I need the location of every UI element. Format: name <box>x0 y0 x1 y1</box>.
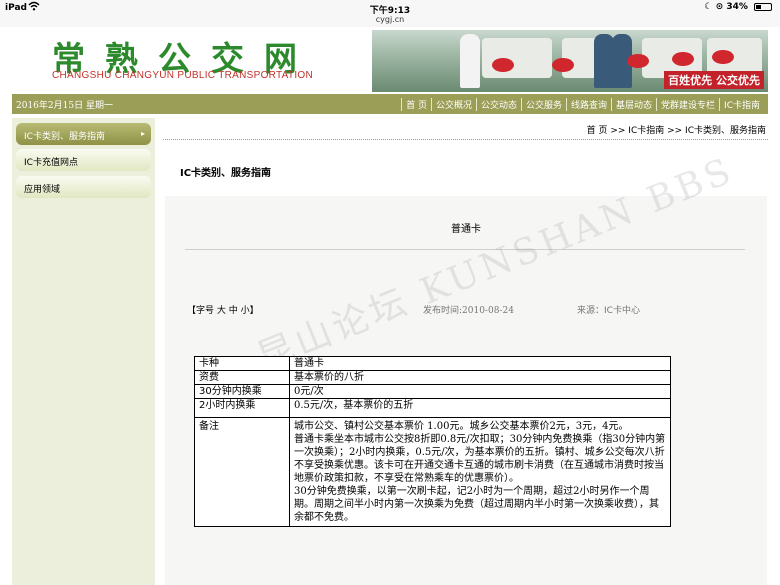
article-source: 来源：IC卡中心 <box>577 306 640 316</box>
table-cell-value: 0元/次 <box>289 384 671 399</box>
sidebar-item-recharge-points[interactable]: IC卡充值网点 <box>16 149 151 171</box>
card-info-table: 卡种 普通卡 资费 基本票价的八折 30分钟内换乘 0元/次 2小时内换乘 0.… <box>194 356 671 527</box>
chevron-right-icon: ▸ <box>140 129 145 138</box>
remark-line: 普通卡乘坐本市城市公交按8折即0.8元/次扣取；30分钟内免费换乘（指30分钟内… <box>294 434 666 484</box>
site-banner: 常熟公交网 CHANGSHU CHANGYUN PUBLIC TRANSPORT… <box>12 30 768 92</box>
table-cell-key: 2小时内换乘 <box>194 398 290 418</box>
battery-percent: 34% <box>726 2 748 12</box>
table-row: 2小时内换乘 0.5元/次，基本票价的五折 <box>194 398 671 418</box>
lock-rotation-icon: ⊙ <box>715 2 724 12</box>
table-cell-value: 基本票价的八折 <box>289 370 671 385</box>
current-date: 2016年2月15日 星期一 <box>16 101 113 111</box>
table-cell-value: 0.5元/次，基本票价的五折 <box>289 398 671 418</box>
nav-route-search[interactable]: 线路查询 <box>566 98 611 111</box>
nav-links: 首 页 公交概况 公交动态 公交服务 线路查询 基层动态 党群建设专栏 IC卡指… <box>401 98 764 111</box>
table-cell-value: 普通卡 <box>289 356 671 371</box>
banner-slogan: 百姓优先 公交优先 <box>664 71 764 89</box>
remark-line: 30分钟免费换乘，以第一次刷卡起，记2小时为一个周期，超过2小时另作一个周期。周… <box>294 486 659 523</box>
moon-icon: ☾ <box>704 2 713 12</box>
table-cell-key: 卡种 <box>194 356 290 371</box>
nav-ic-card-guide[interactable]: IC卡指南 <box>719 98 764 111</box>
nav-party-building[interactable]: 党群建设专栏 <box>656 98 719 111</box>
sidebar-item-label: IC卡充值网点 <box>24 158 78 168</box>
table-cell-remark: 城市公交、镇村公交基本票价 1.00元。城乡公交基本票价2元，3元，4元。 普通… <box>289 417 671 527</box>
sidebar-item-label: 应用领域 <box>24 185 61 195</box>
nav-grassroots[interactable]: 基层动态 <box>611 98 656 111</box>
breadcrumb[interactable]: 首 页 >> IC卡指南 >> IC卡类别、服务指南 <box>587 123 766 136</box>
battery-status: ☾ ⊙ 34% <box>704 2 772 12</box>
page-title: IC卡类别、服务指南 <box>180 168 272 179</box>
table-row: 资费 基本票价的八折 <box>194 370 671 385</box>
sidebar-item-applications[interactable]: 应用领域 <box>16 176 151 198</box>
url-bar[interactable]: cygj.cn <box>0 15 780 24</box>
table-row: 卡种 普通卡 <box>194 356 671 371</box>
sidebar: IC卡类别、服务指南 ▸ IC卡充值网点 应用领域 <box>12 118 155 585</box>
font-size-control[interactable]: 【字号 大 中 小】 <box>187 303 259 316</box>
sidebar-item-label: IC卡类别、服务指南 <box>24 132 105 142</box>
article-title: 普通卡 <box>451 224 481 235</box>
sidebar-item-ic-card-types[interactable]: IC卡类别、服务指南 ▸ <box>16 123 151 145</box>
status-bar: iPad 下午9:13 cygj.cn ☾ ⊙ 34% <box>0 0 780 27</box>
table-row: 备注 城市公交、镇村公交基本票价 1.00元。城乡公交基本票价2元，3元，4元。… <box>194 417 671 527</box>
nav-news[interactable]: 公交动态 <box>475 98 521 111</box>
site-logo-subtitle: CHANGSHU CHANGYUN PUBLIC TRANSPORTATION <box>52 70 313 81</box>
banner-photo: 百姓优先 公交优先 <box>372 30 768 92</box>
battery-icon <box>754 2 772 11</box>
main-nav: 2016年2月15日 星期一 首 页 公交概况 公交动态 公交服务 线路查询 基… <box>12 94 768 114</box>
table-cell-key: 资费 <box>194 370 290 385</box>
table-cell-key: 30分钟内换乘 <box>194 384 290 399</box>
remark-line: 城市公交、镇村公交基本票价 1.00元。城乡公交基本票价2元，3元，4元。 <box>294 421 629 432</box>
table-row: 30分钟内换乘 0元/次 <box>194 384 671 399</box>
table-cell-key: 备注 <box>194 417 290 527</box>
nav-services[interactable]: 公交服务 <box>520 98 566 111</box>
divider <box>163 139 768 140</box>
nav-home[interactable]: 首 页 <box>401 98 431 111</box>
nav-overview[interactable]: 公交概况 <box>430 98 476 111</box>
